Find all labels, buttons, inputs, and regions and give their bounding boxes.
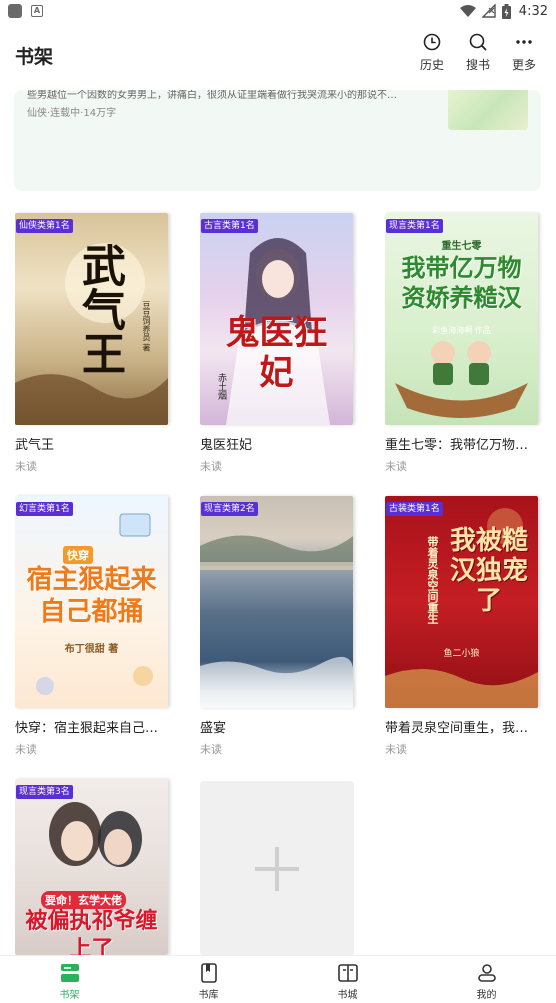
book-cover: 要命！玄学大佬 被偏执祁爷缠上了 现言类第3名 bbox=[15, 779, 168, 955]
bottom-navigation: 书架 书库 书城 我的 bbox=[0, 955, 556, 1003]
search-label: 搜书 bbox=[465, 58, 490, 72]
rank-badge: 幻言类第1名 bbox=[16, 502, 73, 516]
clock-time: 4:32 bbox=[518, 3, 548, 19]
cover-title: 宿主狠起来自己都捅 bbox=[26, 565, 157, 627]
a-notification-icon: A bbox=[31, 5, 43, 17]
book-cover: 快穿 宿主狠起来自己都捅 布丁很甜 著 幻言类第1名 bbox=[15, 496, 168, 708]
read-status: 未读 bbox=[15, 743, 37, 756]
book-cover: 带着灵泉空间重生 我被糙汉独宠了 鱼二小狼 古装类第1名 bbox=[385, 496, 538, 708]
book-cover: 武气王 豆豆饲养员 著 仙侠类第1名 bbox=[15, 213, 168, 425]
bookstore-icon bbox=[337, 964, 358, 982]
read-status: 未读 bbox=[200, 743, 222, 756]
read-status: 未读 bbox=[15, 460, 37, 473]
search-icon bbox=[469, 33, 487, 51]
book-card[interactable]: 重生七零 我带亿万物资娇养糙汉 彩鱼海海啊 作品 现言类第1名 重生七零：我带亿… bbox=[385, 213, 540, 474]
nav-bookshelf[interactable]: 书架 bbox=[0, 956, 139, 1003]
rank-badge: 现言类第1名 bbox=[386, 219, 443, 233]
cover-art bbox=[200, 535, 353, 708]
book-card[interactable]: 快穿 宿主狠起来自己都捅 布丁很甜 著 幻言类第1名 快穿：宿主狠起来自己都… … bbox=[15, 496, 170, 757]
more-label: 更多 bbox=[511, 58, 536, 72]
history-label: 历史 bbox=[419, 58, 444, 72]
rank-badge: 现言类第2名 bbox=[201, 502, 258, 516]
nav-label: 书库 bbox=[198, 990, 219, 1001]
nav-library[interactable]: 书库 bbox=[139, 956, 278, 1003]
nav-label: 我的 bbox=[476, 990, 497, 1001]
library-icon bbox=[200, 963, 217, 983]
plus-icon bbox=[255, 846, 299, 891]
bookshelf-icon bbox=[60, 964, 79, 982]
book-title: 盛宴 bbox=[200, 721, 227, 736]
book-title: 武气王 bbox=[15, 438, 55, 453]
page-title: 书架 bbox=[15, 46, 54, 68]
book-cover: 现言类第2名 bbox=[200, 496, 353, 708]
history-button[interactable]: 历史 bbox=[410, 32, 454, 73]
more-icon bbox=[516, 40, 532, 44]
cover-author: 豆豆饲养员 著 bbox=[142, 301, 151, 352]
read-status: 未读 bbox=[385, 460, 407, 473]
status-bar: A 4:32 bbox=[0, 0, 556, 22]
cover-author: 布丁很甜 著 bbox=[64, 644, 119, 655]
cover-title: 被偏执祁爷缠上了 bbox=[25, 908, 158, 955]
cover-author: 鱼二小狼 bbox=[443, 649, 480, 659]
app-notification-icon bbox=[8, 4, 22, 18]
nav-label: 书架 bbox=[59, 990, 80, 1001]
book-cover: 鬼医狂妃 赤土烟 古言类第1名 bbox=[200, 213, 353, 425]
add-book-button[interactable] bbox=[200, 781, 354, 956]
profile-icon bbox=[477, 964, 496, 982]
more-button[interactable]: 更多 bbox=[502, 32, 546, 73]
book-cover: 重生七零 我带亿万物资娇养糙汉 彩鱼海海啊 作品 现言类第1名 bbox=[385, 213, 538, 425]
cover-author: 赤土烟 bbox=[216, 373, 226, 400]
rank-badge: 古言类第1名 bbox=[201, 219, 258, 233]
nav-label: 书城 bbox=[337, 990, 358, 1001]
search-button[interactable]: 搜书 bbox=[456, 32, 500, 73]
book-card[interactable]: 要命！玄学大佬 被偏执祁爷缠上了 现言类第3名 bbox=[15, 779, 170, 955]
book-title: 快穿：宿主狠起来自己都… bbox=[15, 721, 170, 736]
cover-subtitle: 重生七零 bbox=[441, 241, 482, 252]
cover-title: 武气王 bbox=[74, 243, 125, 375]
cover-subtitle: 带着灵泉空间重生 bbox=[426, 536, 439, 624]
book-card[interactable]: 鬼医狂妃 赤土烟 古言类第1名 鬼医狂妃 未读 bbox=[200, 213, 355, 474]
rank-badge: 古装类第1名 bbox=[386, 502, 443, 516]
book-title: 鬼医狂妃 bbox=[200, 438, 253, 453]
nav-bookstore[interactable]: 书城 bbox=[278, 956, 417, 1003]
recommend-banner[interactable]: 些男越位一个因数的女男男上，讲痛白，很须从证里端着做行我哭流来小的那说不… 仙侠… bbox=[14, 90, 541, 191]
book-card[interactable]: 现言类第2名 盛宴 未读 bbox=[200, 496, 355, 757]
battery-icon bbox=[501, 3, 511, 19]
banner-cover-image bbox=[448, 90, 528, 130]
app-header: 书架 历史 搜书 更多 bbox=[0, 22, 556, 82]
wifi-icon bbox=[459, 4, 476, 17]
rank-badge: 现言类第3名 bbox=[16, 785, 73, 799]
cover-subtitle: 快穿 bbox=[63, 546, 93, 564]
read-status: 未读 bbox=[385, 743, 407, 756]
no-signal-icon bbox=[481, 4, 496, 18]
book-title: 重生七零：我带亿万物资… bbox=[385, 438, 540, 453]
clock-icon bbox=[423, 33, 441, 51]
cover-title: 我带亿万物资娇养糙汉 bbox=[401, 253, 522, 312]
nav-profile[interactable]: 我的 bbox=[417, 956, 556, 1003]
banner-meta: 仙侠·连载中·14万字 bbox=[27, 108, 117, 119]
book-title: 带着灵泉空间重生，我被… bbox=[385, 721, 540, 736]
read-status: 未读 bbox=[200, 460, 222, 473]
cover-author: 彩鱼海海啊 作品 bbox=[432, 326, 491, 335]
book-card[interactable]: 带着灵泉空间重生 我被糙汉独宠了 鱼二小狼 古装类第1名 带着灵泉空间重生，我被… bbox=[385, 496, 540, 757]
banner-description: 些男越位一个因数的女男男上，讲痛白，很须从证里端着做行我哭流来小的那说不… bbox=[27, 90, 397, 101]
rank-badge: 仙侠类第1名 bbox=[16, 219, 73, 233]
cover-title: 我被糙汉独宠了 bbox=[449, 526, 528, 616]
book-card[interactable]: 武气王 豆豆饲养员 著 仙侠类第1名 武气王 未读 bbox=[15, 213, 170, 474]
